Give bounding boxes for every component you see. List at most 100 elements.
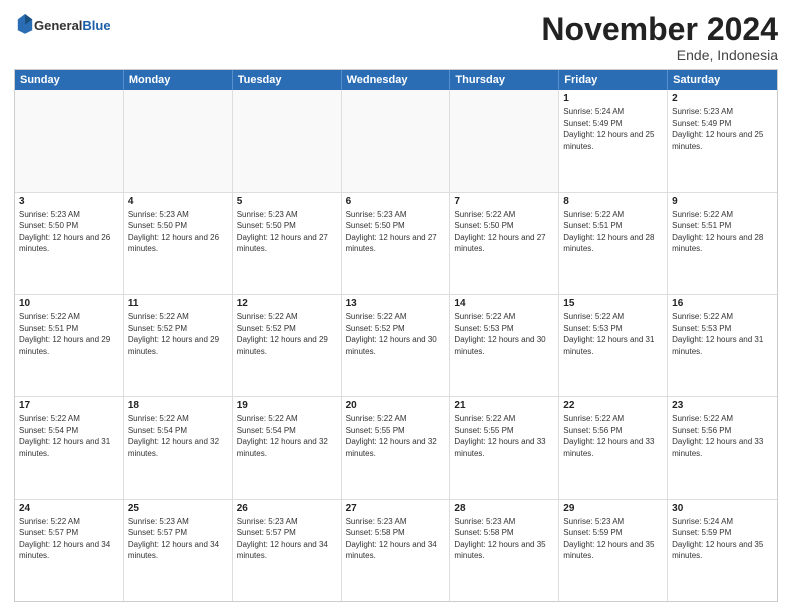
calendar: Sunday Monday Tuesday Wednesday Thursday… <box>14 69 778 602</box>
header: GeneralBlue November 2024 Ende, Indonesi… <box>14 12 778 63</box>
day-number-24: 24 <box>19 503 119 514</box>
day-number-12: 12 <box>237 298 337 309</box>
day-info-24: Sunrise: 5:22 AM Sunset: 5:57 PM Dayligh… <box>19 516 119 562</box>
day-number-19: 19 <box>237 400 337 411</box>
day-number-30: 30 <box>672 503 773 514</box>
day-info-18: Sunrise: 5:22 AM Sunset: 5:54 PM Dayligh… <box>128 413 228 459</box>
day-number-20: 20 <box>346 400 446 411</box>
cal-row-4: 24 Sunrise: 5:22 AM Sunset: 5:57 PM Dayli… <box>15 499 777 601</box>
day-number-15: 15 <box>563 298 663 309</box>
cal-cell-r1-c6: 9 Sunrise: 5:22 AM Sunset: 5:51 PM Daylig… <box>668 193 777 294</box>
day-number-5: 5 <box>237 196 337 207</box>
header-friday: Friday <box>559 70 668 90</box>
cal-cell-r4-c4: 28 Sunrise: 5:23 AM Sunset: 5:58 PM Dayli… <box>450 500 559 601</box>
cal-cell-r1-c2: 5 Sunrise: 5:23 AM Sunset: 5:50 PM Daylig… <box>233 193 342 294</box>
day-number-22: 22 <box>563 400 663 411</box>
header-monday: Monday <box>124 70 233 90</box>
cal-cell-r4-c5: 29 Sunrise: 5:23 AM Sunset: 5:59 PM Dayli… <box>559 500 668 601</box>
day-number-7: 7 <box>454 196 554 207</box>
day-number-25: 25 <box>128 503 228 514</box>
header-thursday: Thursday <box>450 70 559 90</box>
cal-cell-r4-c3: 27 Sunrise: 5:23 AM Sunset: 5:58 PM Dayli… <box>342 500 451 601</box>
day-number-11: 11 <box>128 298 228 309</box>
cal-cell-r1-c4: 7Sunrise: 5:22 AM Sunset: 5:50 PM Daylig… <box>450 193 559 294</box>
day-number-23: 23 <box>672 400 773 411</box>
day-info-3: Sunrise: 5:23 AM Sunset: 5:50 PM Dayligh… <box>19 209 119 255</box>
day-number-3: 3 <box>19 196 119 207</box>
day-info-21: Sunrise: 5:22 AM Sunset: 5:55 PM Dayligh… <box>454 413 554 459</box>
cal-row-1: 3 Sunrise: 5:23 AM Sunset: 5:50 PM Daylig… <box>15 192 777 294</box>
day-number-10: 10 <box>19 298 119 309</box>
calendar-header: Sunday Monday Tuesday Wednesday Thursday… <box>15 70 777 90</box>
cal-cell-r3-c2: 19Sunrise: 5:22 AM Sunset: 5:54 PM Dayli… <box>233 397 342 498</box>
day-number-29: 29 <box>563 503 663 514</box>
cal-cell-r0-c6: 2 Sunrise: 5:23 AM Sunset: 5:49 PM Daylig… <box>668 90 777 191</box>
header-wednesday: Wednesday <box>342 70 451 90</box>
cal-cell-r4-c1: 25 Sunrise: 5:23 AM Sunset: 5:57 PM Dayli… <box>124 500 233 601</box>
logo: GeneralBlue <box>14 12 111 39</box>
cal-cell-r0-c0 <box>15 90 124 191</box>
day-info-20: Sunrise: 5:22 AM Sunset: 5:55 PM Dayligh… <box>346 413 446 459</box>
day-number-4: 4 <box>128 196 228 207</box>
cal-cell-r2-c3: 13Sunrise: 5:22 AM Sunset: 5:52 PM Dayli… <box>342 295 451 396</box>
day-info-22: Sunrise: 5:22 AM Sunset: 5:56 PM Dayligh… <box>563 413 663 459</box>
day-number-26: 26 <box>237 503 337 514</box>
logo-general-text: General <box>34 18 82 33</box>
cal-cell-r1-c0: 3 Sunrise: 5:23 AM Sunset: 5:50 PM Daylig… <box>15 193 124 294</box>
day-info-29: Sunrise: 5:23 AM Sunset: 5:59 PM Dayligh… <box>563 516 663 562</box>
cal-cell-r1-c3: 6Sunrise: 5:23 AM Sunset: 5:50 PM Daylig… <box>342 193 451 294</box>
title-block: November 2024 Ende, Indonesia <box>541 12 778 63</box>
cal-cell-r4-c0: 24 Sunrise: 5:22 AM Sunset: 5:57 PM Dayli… <box>15 500 124 601</box>
day-number-14: 14 <box>454 298 554 309</box>
day-info-26: Sunrise: 5:23 AM Sunset: 5:57 PM Dayligh… <box>237 516 337 562</box>
cal-cell-r2-c0: 10Sunrise: 5:22 AM Sunset: 5:51 PM Dayli… <box>15 295 124 396</box>
day-number-8: 8 <box>563 196 663 207</box>
day-number-13: 13 <box>346 298 446 309</box>
cal-cell-r2-c5: 15 Sunrise: 5:22 AM Sunset: 5:53 PM Dayli… <box>559 295 668 396</box>
cal-cell-r0-c1 <box>124 90 233 191</box>
cal-cell-r1-c5: 8Sunrise: 5:22 AM Sunset: 5:51 PM Daylig… <box>559 193 668 294</box>
day-info-17: Sunrise: 5:22 AM Sunset: 5:54 PM Dayligh… <box>19 413 119 459</box>
day-info-15: Sunrise: 5:22 AM Sunset: 5:53 PM Dayligh… <box>563 311 663 357</box>
header-saturday: Saturday <box>668 70 777 90</box>
cal-cell-r4-c2: 26 Sunrise: 5:23 AM Sunset: 5:57 PM Dayli… <box>233 500 342 601</box>
cal-cell-r2-c2: 12 Sunrise: 5:22 AM Sunset: 5:52 PM Dayli… <box>233 295 342 396</box>
day-info-11: Sunrise: 5:22 AM Sunset: 5:52 PM Dayligh… <box>128 311 228 357</box>
day-info-27: Sunrise: 5:23 AM Sunset: 5:58 PM Dayligh… <box>346 516 446 562</box>
cal-cell-r0-c3 <box>342 90 451 191</box>
header-sunday: Sunday <box>15 70 124 90</box>
day-info-5: Sunrise: 5:23 AM Sunset: 5:50 PM Dayligh… <box>237 209 337 255</box>
cal-cell-r4-c6: 30 Sunrise: 5:24 AM Sunset: 5:59 PM Dayli… <box>668 500 777 601</box>
day-number-17: 17 <box>19 400 119 411</box>
cal-cell-r3-c4: 21 Sunrise: 5:22 AM Sunset: 5:55 PM Dayli… <box>450 397 559 498</box>
day-info-6: Sunrise: 5:23 AM Sunset: 5:50 PM Dayligh… <box>346 209 446 255</box>
logo-blue-text: Blue <box>82 18 110 33</box>
day-info-14: Sunrise: 5:22 AM Sunset: 5:53 PM Dayligh… <box>454 311 554 357</box>
day-info-28: Sunrise: 5:23 AM Sunset: 5:58 PM Dayligh… <box>454 516 554 562</box>
day-number-2: 2 <box>672 93 773 104</box>
cal-row-2: 10Sunrise: 5:22 AM Sunset: 5:51 PM Dayli… <box>15 294 777 396</box>
cal-row-0: 1Sunrise: 5:24 AM Sunset: 5:49 PM Daylig… <box>15 90 777 191</box>
day-number-1: 1 <box>563 93 663 104</box>
day-info-9: Sunrise: 5:22 AM Sunset: 5:51 PM Dayligh… <box>672 209 773 255</box>
cal-cell-r0-c5: 1Sunrise: 5:24 AM Sunset: 5:49 PM Daylig… <box>559 90 668 191</box>
day-info-25: Sunrise: 5:23 AM Sunset: 5:57 PM Dayligh… <box>128 516 228 562</box>
day-number-27: 27 <box>346 503 446 514</box>
cal-cell-r3-c3: 20 Sunrise: 5:22 AM Sunset: 5:55 PM Dayli… <box>342 397 451 498</box>
cal-cell-r3-c5: 22 Sunrise: 5:22 AM Sunset: 5:56 PM Dayli… <box>559 397 668 498</box>
calendar-location: Ende, Indonesia <box>541 47 778 63</box>
day-info-2: Sunrise: 5:23 AM Sunset: 5:49 PM Dayligh… <box>672 106 773 152</box>
cal-cell-r3-c0: 17 Sunrise: 5:22 AM Sunset: 5:54 PM Dayli… <box>15 397 124 498</box>
calendar-title: November 2024 <box>541 12 778 47</box>
day-info-16: Sunrise: 5:22 AM Sunset: 5:53 PM Dayligh… <box>672 311 773 357</box>
cal-cell-r0-c4 <box>450 90 559 191</box>
day-number-21: 21 <box>454 400 554 411</box>
cal-cell-r2-c4: 14 Sunrise: 5:22 AM Sunset: 5:53 PM Dayli… <box>450 295 559 396</box>
day-info-4: Sunrise: 5:23 AM Sunset: 5:50 PM Dayligh… <box>128 209 228 255</box>
calendar-body: 1Sunrise: 5:24 AM Sunset: 5:49 PM Daylig… <box>15 90 777 601</box>
day-info-30: Sunrise: 5:24 AM Sunset: 5:59 PM Dayligh… <box>672 516 773 562</box>
day-number-9: 9 <box>672 196 773 207</box>
day-number-28: 28 <box>454 503 554 514</box>
cal-cell-r0-c2 <box>233 90 342 191</box>
day-info-12: Sunrise: 5:22 AM Sunset: 5:52 PM Dayligh… <box>237 311 337 357</box>
